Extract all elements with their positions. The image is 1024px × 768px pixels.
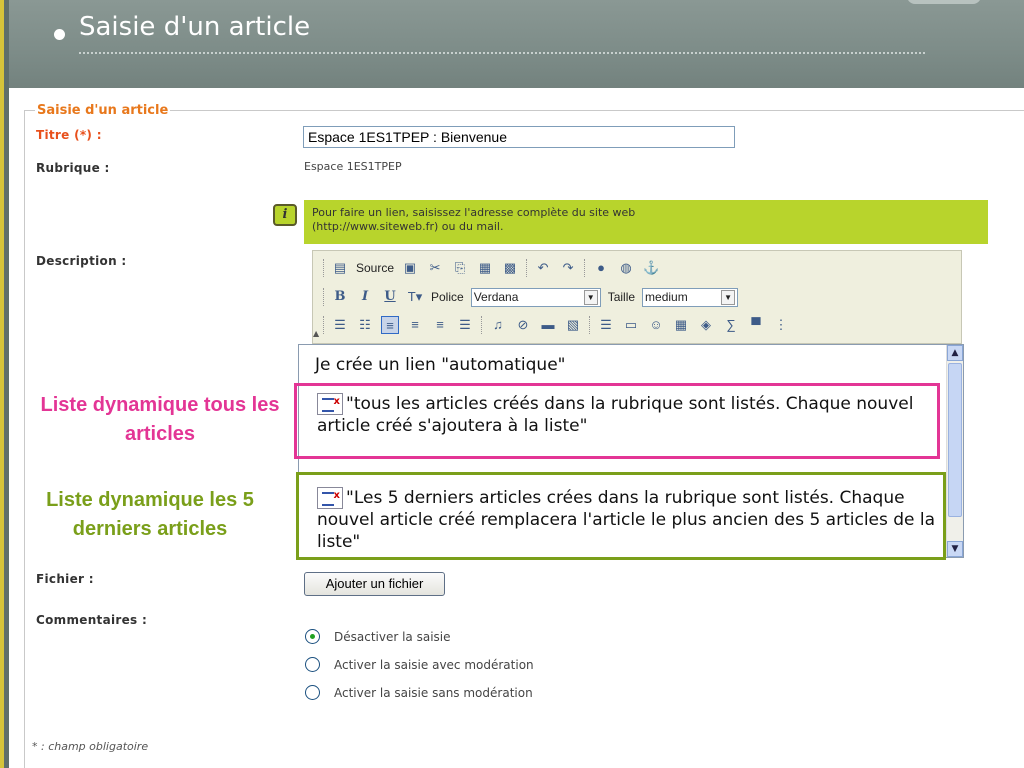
toolbar-separator bbox=[584, 259, 586, 277]
redo-icon[interactable]: ↷ bbox=[559, 259, 577, 277]
text-color-icon[interactable]: T▾ bbox=[406, 288, 424, 306]
police-select-value: Verdana bbox=[473, 290, 519, 304]
radio-disable-label: Désactiver la saisie bbox=[334, 629, 451, 644]
radio-disable[interactable]: Désactiver la saisie bbox=[305, 629, 451, 644]
list-icon[interactable]: ☰ bbox=[597, 316, 615, 334]
unordered-list-icon[interactable]: ☷ bbox=[356, 316, 374, 334]
add-file-button[interactable]: Ajouter un fichier bbox=[304, 572, 445, 596]
titre-input[interactable] bbox=[303, 126, 735, 148]
frame-icon[interactable]: ▭ bbox=[622, 316, 640, 334]
commentaires-label: Commentaires : bbox=[36, 613, 148, 627]
radio-unmoderated-label: Activer la saisie sans modération bbox=[334, 685, 533, 700]
undo-icon[interactable]: ↶ bbox=[534, 259, 552, 277]
paste-word-icon[interactable]: ▩ bbox=[501, 259, 519, 277]
radio-unmoderated-input[interactable] bbox=[305, 685, 320, 700]
more-icon[interactable]: ⋮ bbox=[772, 316, 790, 334]
police-select[interactable]: Verdana ▼ bbox=[470, 287, 601, 307]
align-right-icon[interactable]: ≡ bbox=[431, 316, 449, 334]
taille-select[interactable]: medium ▼ bbox=[642, 287, 739, 307]
page-header: Saisie d'un article bbox=[9, 0, 1024, 88]
toggle-icon[interactable]: ▀ bbox=[747, 316, 765, 334]
editor-line-1: Je crée un lien "automatique" bbox=[315, 355, 566, 375]
toolbar-row-3: ☰ ☷ ≡ ≡ ≡ ☰ ♫ ⊘ ▬ ▧ ☰ ▭ ☺ ▦ ◈ ∑ ▀ ⋮ bbox=[323, 313, 790, 337]
radio-unmoderated[interactable]: Activer la saisie sans modération bbox=[305, 685, 533, 700]
scroll-thumb[interactable] bbox=[948, 363, 962, 517]
info-box: Pour faire un lien, saisissez l'adresse … bbox=[304, 200, 988, 244]
preview-icon[interactable]: ▣ bbox=[401, 259, 419, 277]
police-label: Police bbox=[431, 290, 464, 304]
media-icon[interactable]: ♫ bbox=[489, 316, 507, 334]
description-label: Description : bbox=[36, 254, 127, 268]
align-justify-icon[interactable]: ☰ bbox=[456, 316, 474, 334]
plugin-icon[interactable]: ◈ bbox=[697, 316, 715, 334]
ordered-list-icon[interactable]: ☰ bbox=[331, 316, 349, 334]
toolbar-row-2: B I U T▾ Police Verdana ▼ Taille medium … bbox=[323, 285, 739, 309]
source-icon[interactable]: ▤ bbox=[331, 259, 349, 277]
toolbar-separator bbox=[323, 316, 324, 334]
fieldset-legend: Saisie d'un article bbox=[35, 103, 171, 118]
info-icon: i bbox=[273, 204, 297, 226]
toolbar-separator bbox=[323, 288, 324, 306]
rubrique-label: Rubrique : bbox=[36, 161, 110, 175]
header-bullet-icon bbox=[54, 29, 65, 40]
toolbar-row-1: ▤ Source ▣ ✂ ⎘ ▦ ▩ ↶ ↷ ● ◍ ⚓ bbox=[323, 256, 660, 280]
image-icon[interactable]: ▬ bbox=[539, 316, 557, 334]
header-tab bbox=[907, 0, 981, 4]
page-title: Saisie d'un article bbox=[79, 12, 311, 42]
anchor-icon[interactable]: ⚓ bbox=[642, 259, 660, 277]
annotation-last-5-articles: Liste dynamique les 5 derniers articles bbox=[46, 489, 254, 540]
header-spacer bbox=[9, 88, 1024, 94]
highlight-box-all-articles bbox=[294, 383, 940, 459]
radio-moderated[interactable]: Activer la saisie avec modération bbox=[305, 657, 534, 672]
paste-icon[interactable]: ▦ bbox=[476, 259, 494, 277]
radio-disable-input[interactable] bbox=[305, 629, 320, 644]
toolbar-separator bbox=[323, 259, 324, 277]
latex-icon[interactable]: ∑ bbox=[722, 316, 740, 334]
taille-label: Taille bbox=[607, 290, 636, 304]
radio-moderated-label: Activer la saisie avec modération bbox=[334, 657, 534, 672]
italic-icon[interactable]: I bbox=[356, 288, 374, 306]
link-icon[interactable]: ● bbox=[592, 259, 610, 277]
radio-moderated-input[interactable] bbox=[305, 657, 320, 672]
info-text-line2: (http://www.siteweb.fr) ou du mail. bbox=[312, 220, 504, 233]
titre-label: Titre (*) : bbox=[36, 128, 102, 142]
smiley-icon[interactable]: ☺ bbox=[647, 316, 665, 334]
rubrique-value: Espace 1ES1TPEP bbox=[304, 160, 402, 173]
gallery-icon[interactable]: ▧ bbox=[564, 316, 582, 334]
scroll-up-icon[interactable]: ▲ bbox=[947, 345, 963, 361]
flash-icon[interactable]: ⊘ bbox=[514, 316, 532, 334]
source-button-label[interactable]: Source bbox=[356, 261, 394, 275]
fichier-label: Fichier : bbox=[36, 572, 94, 586]
cut-icon[interactable]: ✂ bbox=[426, 259, 444, 277]
chevron-down-icon: ▼ bbox=[583, 289, 598, 305]
underline-icon[interactable]: U bbox=[381, 288, 399, 306]
bold-icon[interactable]: B bbox=[331, 288, 349, 306]
page-stripe-left-inner bbox=[4, 0, 9, 768]
required-footnote: * : champ obligatoire bbox=[32, 740, 149, 753]
scroll-down-icon[interactable]: ▼ bbox=[947, 541, 963, 557]
align-left-icon[interactable]: ≡ bbox=[381, 316, 399, 334]
toolbar-separator bbox=[589, 316, 590, 334]
highlight-box-last-5-articles bbox=[296, 472, 946, 560]
info-text-line1: Pour faire un lien, saisissez l'adresse … bbox=[312, 206, 636, 219]
editor-scrollbar[interactable]: ▲ ▼ bbox=[946, 345, 963, 557]
table-icon[interactable]: ▦ bbox=[672, 316, 690, 334]
taille-select-value: medium bbox=[645, 290, 688, 304]
header-divider bbox=[79, 52, 925, 54]
align-center-icon[interactable]: ≡ bbox=[406, 316, 424, 334]
editor-toolbar: ▤ Source ▣ ✂ ⎘ ▦ ▩ ↶ ↷ ● ◍ ⚓ B I U T▾ Po… bbox=[312, 250, 962, 344]
toolbar-separator bbox=[526, 259, 528, 277]
toolbar-separator bbox=[481, 316, 482, 334]
unlink-icon[interactable]: ◍ bbox=[617, 259, 635, 277]
copy-icon[interactable]: ⎘ bbox=[451, 259, 469, 277]
toolbar-collapse-icon[interactable]: ▲ bbox=[313, 329, 321, 338]
chevron-down-icon: ▼ bbox=[721, 289, 736, 305]
annotation-all-articles: Liste dynamique tous les articles bbox=[40, 394, 280, 445]
